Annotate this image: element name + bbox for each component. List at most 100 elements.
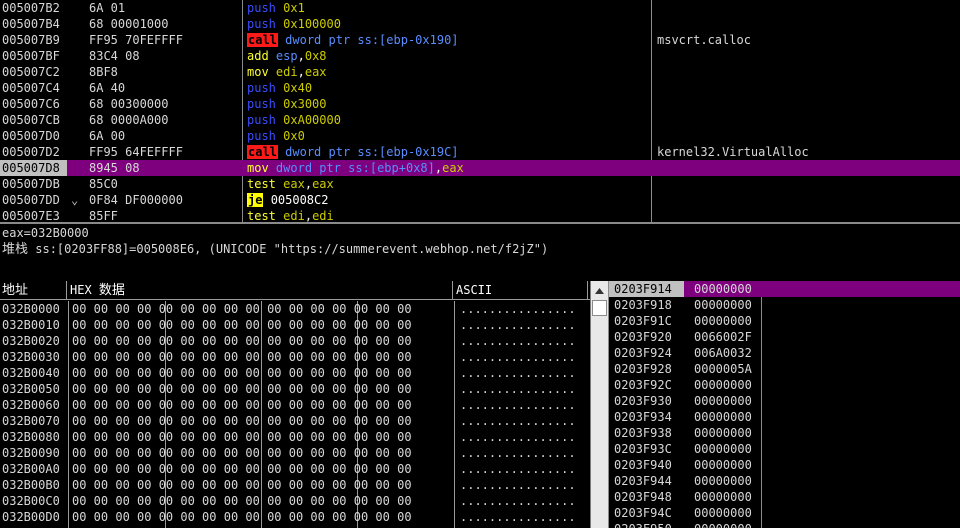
stack-row[interactable]: 0203F924 006A0032 <box>609 345 960 361</box>
stack-info: 堆栈 ss:[0203FF88]=005008E6, (UNICODE "htt… <box>2 241 548 258</box>
stack-address: 0203F938 <box>614 426 672 440</box>
stack-row[interactable]: 0203F934 00000000 <box>609 409 960 425</box>
stack-address: 0203F918 <box>614 298 672 312</box>
stack-info-text: ss:[0203FF88]=005008E6, (UNICODE "https:… <box>28 242 549 256</box>
stack-row[interactable]: 0203F928 0000005A <box>609 361 960 377</box>
dump-ascii: ................ <box>460 302 576 316</box>
instruction-row-selected[interactable]: 005007D8 8945 08 mov dword ptr ss:[ebp+0x8… <box>0 160 960 176</box>
instruction-row[interactable]: 005007B4 68 00001000 push 0x100000 <box>0 16 960 32</box>
instruction-row[interactable]: 005007DB 85C0 test eax,eax <box>0 176 960 192</box>
stack-value: 00000000 <box>694 521 752 528</box>
instruction-row[interactable]: 005007C4 6A 40 push 0x40 <box>0 80 960 96</box>
stack-row[interactable]: 0203F93C 00000000 <box>609 441 960 457</box>
dump-row[interactable]: 032B0070 00 00 00 00 00 00 00 00 00 00 00… <box>0 413 590 429</box>
stack-value: 00000000 <box>694 298 752 312</box>
ascii-column-header[interactable]: ASCII <box>454 281 588 300</box>
instruction-row[interactable]: 005007D2 FF95 64FEFFFF call dword ptr ss:[… <box>0 144 960 160</box>
dump-row[interactable]: 032B0000 00 00 00 00 00 00 00 00 00 00 00… <box>0 301 590 317</box>
dump-hex-bytes: 00 00 00 00 00 00 00 00 00 00 00 00 00 0… <box>72 414 412 428</box>
dump-row[interactable]: 032B00A0 00 00 00 00 00 00 00 00 00 00 00… <box>0 461 590 477</box>
dump-row[interactable]: 032B0080 00 00 00 00 00 00 00 00 00 00 00… <box>0 429 590 445</box>
instruction-text: push 0x1 <box>247 0 647 16</box>
disassembly-pane[interactable]: 005007B2 6A 01 push 0x1 005007B4 68 00001000… <box>0 0 960 222</box>
operand: esp <box>275 49 298 63</box>
instruction-row[interactable]: 005007B9 FF95 70FEFFFF call dword ptr ss:[… <box>0 32 960 48</box>
dump-scrollbar[interactable] <box>590 281 608 528</box>
address-column-header[interactable]: 地址 <box>0 281 67 300</box>
dump-row[interactable]: 032B0040 00 00 00 00 00 00 00 00 00 00 00… <box>0 365 590 381</box>
stack-address: 0203F944 <box>614 474 672 488</box>
stack-row[interactable]: 0203F920 0066002F <box>609 329 960 345</box>
dump-row[interactable]: 032B0060 00 00 00 00 00 00 00 00 00 00 00… <box>0 397 590 413</box>
operand: edi <box>283 209 305 222</box>
instruction-text: push 0x3000 <box>247 96 647 112</box>
stack-row[interactable]: 0203F94C 00000000 <box>609 505 960 521</box>
dump-row[interactable]: 032B0030 00 00 00 00 00 00 00 00 00 00 00… <box>0 349 590 365</box>
instruction-bytes: 6A 40 <box>89 81 126 95</box>
instruction-bytes: 68 00300000 <box>89 97 169 111</box>
scroll-up-button[interactable] <box>592 282 607 299</box>
instruction-row[interactable]: 005007C2 8BF8 mov edi,eax <box>0 64 960 80</box>
dump-hex-bytes: 00 00 00 00 00 00 00 00 00 00 00 00 00 0… <box>72 446 412 460</box>
stack-address: 0203F928 <box>614 362 672 376</box>
instruction-text: test eax,eax <box>247 176 647 192</box>
dump-address: 032B0070 <box>2 414 60 428</box>
stack-row[interactable]: 0203F92C 00000000 <box>609 377 960 393</box>
instruction-comment: kernel32.VirtualAlloc <box>657 145 809 159</box>
instruction-address: 005007D2 <box>2 145 60 159</box>
dump-row[interactable]: 032B00D0 00 00 00 00 00 00 00 00 00 00 00… <box>0 509 590 525</box>
dump-row[interactable]: 032B00B0 00 00 00 00 00 00 00 00 00 00 00… <box>0 477 590 493</box>
instruction-row[interactable]: 005007B2 6A 01 push 0x1 <box>0 0 960 16</box>
dump-row[interactable]: 032B0090 00 00 00 00 00 00 00 00 00 00 00… <box>0 445 590 461</box>
mnemonic: test <box>247 177 276 191</box>
mnemonic: mov <box>247 161 269 175</box>
stack-row[interactable]: 0203F944 00000000 <box>609 473 960 489</box>
instruction-text: mov edi,eax <box>247 64 647 80</box>
dump-row[interactable]: 032B00C0 00 00 00 00 00 00 00 00 00 00 00… <box>0 493 590 509</box>
dump-address: 032B0030 <box>2 350 60 364</box>
dump-ascii: ................ <box>460 430 576 444</box>
scroll-thumb[interactable] <box>592 300 607 316</box>
stack-row[interactable]: 0203F948 00000000 <box>609 489 960 505</box>
instruction-text: je 005008C2 <box>247 192 647 208</box>
instruction-row[interactable]: 005007C6 68 00300000 push 0x3000 <box>0 96 960 112</box>
operand: , <box>297 65 305 79</box>
stack-row[interactable]: 0203F938 00000000 <box>609 425 960 441</box>
instruction-row[interactable]: 005007CB 68 0000A000 push 0xA00000 <box>0 112 960 128</box>
instruction-row[interactable]: 005007E3 85FF test edi,edi <box>0 208 960 222</box>
instruction-row[interactable]: 005007DD ⌄ 0F84 DF000000 je 005008C2 <box>0 192 960 208</box>
stack-value: 00000000 <box>694 378 752 392</box>
dump-row[interactable]: 032B0020 00 00 00 00 00 00 00 00 00 00 00… <box>0 333 590 349</box>
stack-row[interactable]: 0203F950 00000000 <box>609 521 960 528</box>
stack-row[interactable]: 0203F940 00000000 <box>609 457 960 473</box>
instruction-bytes: 83C4 08 <box>89 49 140 63</box>
hex-dump-pane[interactable]: 地址 HEX 数据 ASCII 032B0000 00 00 00 00 00 0… <box>0 281 590 528</box>
stack-value: 00000000 <box>694 314 752 328</box>
stack-row[interactable]: 0203F91C 00000000 <box>609 313 960 329</box>
mnemonic: mov <box>247 65 269 79</box>
instruction-address: 005007DB <box>2 177 60 191</box>
dump-ascii: ................ <box>460 462 576 476</box>
hex-column-header[interactable]: HEX 数据 <box>68 281 453 300</box>
instruction-address: 005007CB <box>2 113 60 127</box>
instruction-address: 005007C2 <box>2 65 60 79</box>
dump-row[interactable]: 032B0010 00 00 00 00 00 00 00 00 00 00 00… <box>0 317 590 333</box>
instruction-row[interactable]: 005007BF 83C4 08 add esp,0x8 <box>0 48 960 64</box>
dump-row[interactable]: 032B0050 00 00 00 00 00 00 00 00 00 00 00… <box>0 381 590 397</box>
dump-address: 032B0080 <box>2 430 60 444</box>
instruction-row[interactable]: 005007D0 6A 00 push 0x0 <box>0 128 960 144</box>
stack-row-selected[interactable]: 0203F914 00000000 <box>609 281 960 297</box>
stack-pane[interactable]: 0203F914 00000000 0203F918 00000000 0203F91C… <box>608 281 960 528</box>
stack-address: 0203F940 <box>614 458 672 472</box>
instruction-address: 005007C6 <box>2 97 60 111</box>
instruction-text: push 0x40 <box>247 80 647 96</box>
instruction-bytes: 8945 08 <box>89 161 140 175</box>
stack-row[interactable]: 0203F918 00000000 <box>609 297 960 313</box>
dump-ascii: ................ <box>460 478 576 492</box>
mnemonic: push <box>247 129 276 143</box>
stack-row[interactable]: 0203F930 00000000 <box>609 393 960 409</box>
operand: 0xA00000 <box>283 113 341 127</box>
stack-value: 0066002F <box>694 330 752 344</box>
instruction-address: 005007BF <box>2 49 60 63</box>
stack-address: 0203F934 <box>614 410 672 424</box>
